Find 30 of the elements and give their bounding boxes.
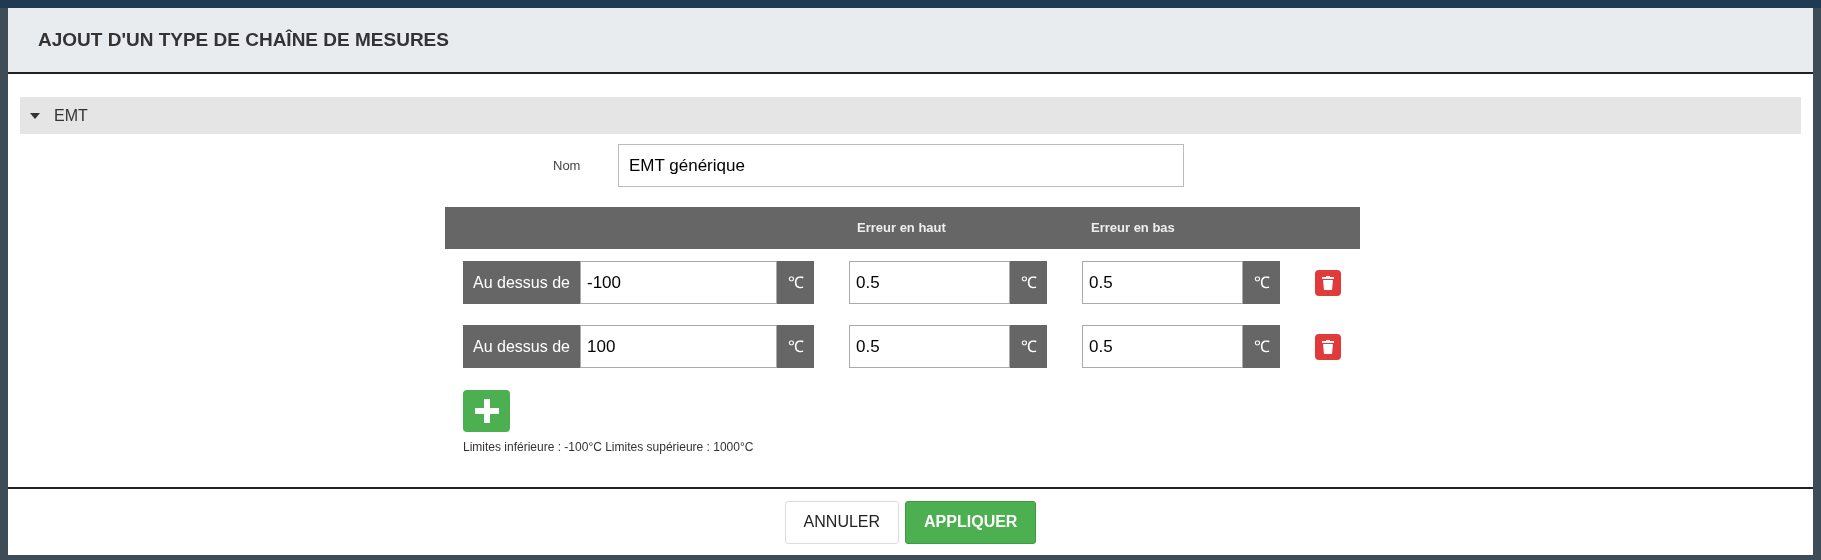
unit-label: ℃ bbox=[777, 261, 814, 304]
unit-label: ℃ bbox=[1243, 325, 1280, 368]
prefix-label: Au dessus de bbox=[463, 261, 580, 304]
caret-down-icon bbox=[30, 112, 40, 119]
cancel-button[interactable]: ANNULER bbox=[784, 500, 900, 544]
value-field[interactable]: 0.5 bbox=[1082, 261, 1243, 304]
delete-button[interactable] bbox=[1315, 333, 1341, 360]
name-field[interactable]: EMT générique bbox=[618, 144, 1184, 187]
dialog-title: AJOUT D'UN TYPE DE CHAÎNE DE MESURES bbox=[38, 27, 449, 52]
field-label: Nom bbox=[553, 156, 582, 175]
section-title: EMT bbox=[54, 105, 88, 126]
add-button[interactable] bbox=[463, 390, 510, 432]
delete-button[interactable] bbox=[1315, 269, 1341, 296]
column-header: Erreur en haut bbox=[857, 219, 947, 238]
unit-label: ℃ bbox=[1010, 325, 1047, 368]
unit-label: ℃ bbox=[1010, 261, 1047, 304]
prefix-label: Au dessus de bbox=[463, 325, 580, 368]
value-field[interactable]: 0.5 bbox=[849, 325, 1010, 368]
column-header: Erreur en bas bbox=[1091, 219, 1175, 238]
value-field[interactable]: 0.5 bbox=[1082, 325, 1243, 368]
value-field[interactable]: 100 bbox=[580, 325, 777, 368]
plus-icon bbox=[474, 399, 499, 423]
unit-label: ℃ bbox=[1243, 261, 1280, 304]
trash-icon bbox=[1322, 339, 1334, 354]
value-field[interactable]: 0.5 bbox=[849, 261, 1010, 304]
trash-icon bbox=[1322, 275, 1334, 290]
unit-label: ℃ bbox=[777, 325, 814, 368]
limits-text: Limites inférieure : -100°C Limites supérieure : 1000°C bbox=[463, 439, 755, 456]
value-field[interactable]: -100 bbox=[580, 261, 777, 304]
section-header[interactable]: EMT bbox=[20, 97, 1801, 134]
